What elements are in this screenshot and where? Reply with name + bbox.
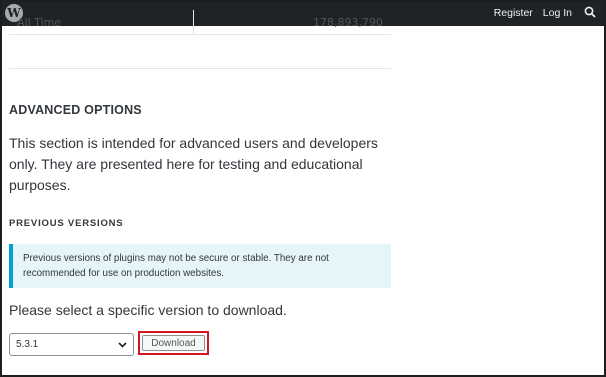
register-link[interactable]: Register xyxy=(494,7,533,19)
chevron-down-icon xyxy=(118,340,127,350)
section-divider xyxy=(9,68,391,69)
search-icon[interactable] xyxy=(584,6,596,21)
login-link[interactable]: Log In xyxy=(543,7,572,19)
previous-versions-heading: PREVIOUS VERSIONS xyxy=(9,218,124,229)
advanced-options-description: This section is intended for advanced us… xyxy=(9,135,378,193)
download-highlight: Download xyxy=(138,331,209,355)
stats-value: 178,893,790 xyxy=(313,16,383,29)
top-nav: Register Log In xyxy=(494,0,596,26)
stats-table-row: All Time 178,893,790 xyxy=(9,10,391,35)
version-select[interactable]: 5.3.1 xyxy=(9,333,134,356)
notice-text: Previous versions of plugins may not be … xyxy=(23,253,329,279)
warning-notice: Previous versions of plugins may not be … xyxy=(9,244,391,288)
advanced-options-heading: ADVANCED OPTIONS xyxy=(9,103,142,117)
download-button[interactable]: Download xyxy=(142,335,205,351)
select-version-prompt: Please select a specific version to down… xyxy=(9,302,287,318)
stats-label: All Time xyxy=(9,10,194,34)
selected-version: 5.3.1 xyxy=(16,339,39,350)
